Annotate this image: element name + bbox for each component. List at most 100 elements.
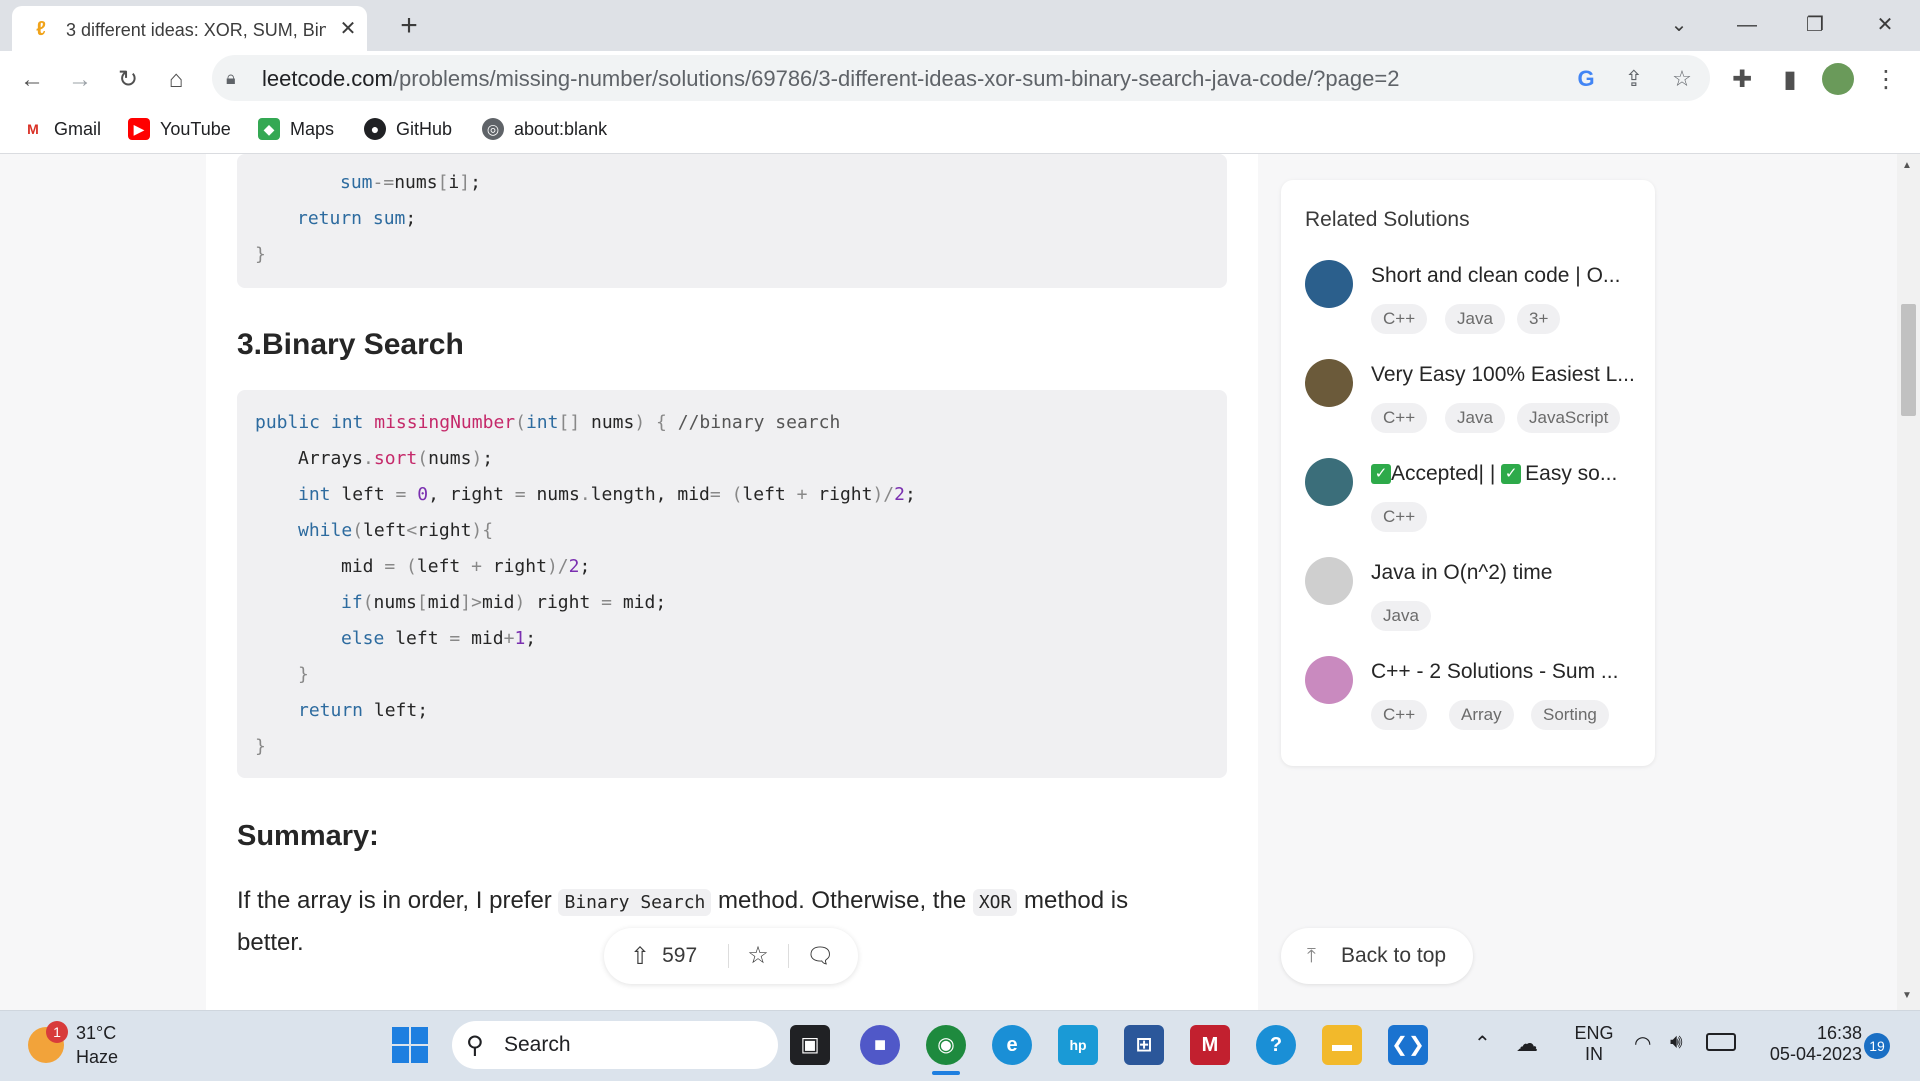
solution-title[interactable]: Very Easy 100% Easiest L... [1371,363,1641,387]
teams-chat-icon[interactable]: ■ [860,1025,900,1065]
task-view-icon[interactable]: ▣ [790,1025,830,1065]
edge-icon[interactable]: e [992,1025,1032,1065]
upvote-button[interactable]: ⇧ 597 [630,940,697,972]
taskbar-search-box[interactable]: ⚲ Search [452,1021,778,1069]
related-solution-item[interactable]: Short and clean code | O... C++ Java 3+ [1305,260,1645,350]
tag-chip[interactable]: C++ [1371,403,1428,433]
scroll-down-arrow-icon[interactable]: ▼ [1902,990,1912,1001]
solution-title[interactable]: Short and clean code | O... [1371,264,1641,288]
scrollbar-thumb[interactable] [1901,304,1916,416]
browser-tab[interactable]: ℓ 3 different ideas: XOR, SUM, Bina ✕ [12,6,367,51]
battery-icon[interactable] [1706,1033,1736,1051]
solution-title[interactable]: Java in O(n^2) time [1371,561,1641,585]
code-line: while(left<right){ [298,520,494,541]
tag-chip[interactable]: 3+ [1517,304,1561,334]
chrome-icon[interactable]: ◉ [926,1025,966,1065]
tag-chip[interactable]: Java [1371,601,1431,631]
solution-title[interactable]: C++ - 2 Solutions - Sum ... [1371,660,1641,684]
forward-arrow-icon[interactable]: → [64,65,96,95]
clock-time: 16:38 [1816,1023,1862,1043]
microsoft-store-icon[interactable]: ⊞ [1124,1025,1164,1065]
tag-chip[interactable]: C++ [1371,700,1428,730]
restore-button[interactable]: ❐ [1792,8,1838,42]
code-line: return sum; [297,208,417,229]
volume-icon[interactable]: 🔊︎ [1670,1031,1683,1054]
bookmark-gmail[interactable]: M Gmail [22,115,101,143]
onedrive-cloud-icon[interactable]: ☁ [1516,1031,1538,1057]
tag-chip[interactable]: Java [1445,304,1505,334]
tag-chip[interactable]: Sorting [1531,700,1609,730]
active-app-indicator [932,1071,960,1075]
tag-chip[interactable]: C++ [1371,304,1428,334]
code-line: } [255,736,266,757]
tag-chip[interactable]: Java [1445,403,1505,433]
close-window-button[interactable]: ✕ [1862,8,1908,42]
back-to-top-button[interactable]: ⤒ Back to top [1281,928,1473,984]
clock[interactable]: 16:38 05-04-2023 [1752,1023,1862,1065]
code-line: else left = mid+1; [341,628,537,649]
url-text[interactable]: leetcode.com/problems/missing-number/sol… [262,66,1399,92]
share-icon[interactable]: ⇪ [1620,65,1648,93]
code-line: int left = 0, right = nums.length, mid= … [298,484,916,505]
bookmark-maps[interactable]: ◆ Maps [258,115,334,143]
weather-badge: 1 [46,1021,68,1043]
weather-temp[interactable]: 31°C [76,1023,116,1044]
bookmark-star-icon[interactable]: ☆ [1668,65,1696,93]
language-indicator[interactable]: ENG IN [1572,1023,1616,1065]
weather-desc[interactable]: Haze [76,1047,118,1068]
code-line: mid = (left + right)/2; [341,556,591,577]
avatar [1305,458,1353,506]
inline-code-xor: XOR [972,889,1018,916]
windows-start-icon[interactable] [392,1027,428,1063]
new-tab-button[interactable]: + [392,10,426,44]
tab-strip: ℓ 3 different ideas: XOR, SUM, Bina ✕ + … [0,0,1920,51]
code-line: } [298,664,309,685]
scroll-up-arrow-icon[interactable]: ▲ [1902,160,1912,171]
vscode-icon[interactable]: ❮❯ [1388,1025,1428,1065]
page-scrollbar[interactable]: ▲ ▼ [1897,154,1920,1010]
mcafee-icon[interactable]: M [1190,1025,1230,1065]
bookmark-youtube[interactable]: ▶ YouTube [128,115,231,143]
vote-count: 597 [662,944,698,967]
notification-count-badge[interactable]: 19 [1864,1033,1890,1059]
inline-code-binary-search: Binary Search [558,889,712,916]
related-solution-item[interactable]: Very Easy 100% Easiest L... C++ Java Jav… [1305,359,1645,449]
home-icon[interactable]: ⌂ [160,65,192,95]
myhp-icon[interactable]: hp [1058,1025,1098,1065]
related-solution-item[interactable]: C++ - 2 Solutions - Sum ... C++ Array So… [1305,656,1645,746]
wifi-icon[interactable]: ◠ [1634,1031,1651,1056]
clock-date: 05-04-2023 [1769,1044,1862,1064]
side-panel-icon[interactable]: ▮ [1774,65,1806,95]
globe-icon: ◎ [482,118,504,140]
related-solution-item[interactable]: Java in O(n^2) time Java [1305,557,1645,647]
bookmark-github[interactable]: ● GitHub [364,115,452,143]
tag-chip[interactable]: Array [1449,700,1514,730]
browser-toolbar: ← → ↻ ⌂ 🔒︎ leetcode.com/problems/missing… [0,51,1920,107]
minimize-button[interactable]: — [1724,8,1770,42]
avatar [1305,260,1353,308]
tab-search-icon[interactable]: ⌄ [1656,8,1702,42]
tag-chip[interactable]: C++ [1371,502,1428,532]
address-bar[interactable]: 🔒︎ leetcode.com/problems/missing-number/… [212,55,1710,101]
code-line: public int missingNumber(int[] nums) { /… [255,412,841,433]
solution-title[interactable]: ✓ Accepted| | ✓ Easy so... [1371,462,1641,486]
favorite-star-icon[interactable]: ☆ [742,940,774,972]
help-icon[interactable]: ? [1256,1025,1296,1065]
related-solutions-card: Related Solutions Short and clean code |… [1281,180,1655,766]
maps-icon: ◆ [258,118,280,140]
profile-avatar[interactable] [1822,63,1854,95]
tag-chip[interactable]: JavaScript [1517,403,1621,433]
code-line: sum-=nums[i]; [340,172,481,193]
back-arrow-icon[interactable]: ← [16,65,48,95]
comment-icon[interactable]: 🗨︎ [804,940,836,972]
google-translate-icon[interactable]: G [1572,65,1600,93]
menu-kebab-icon[interactable]: ⋮ [1870,65,1902,95]
file-explorer-icon[interactable]: ▬ [1322,1025,1362,1065]
reload-icon[interactable]: ↻ [112,65,144,95]
related-solution-item[interactable]: ✓ Accepted| | ✓ Easy so... C++ [1305,458,1645,548]
back-to-top-label: Back to top [1341,944,1447,967]
chevron-up-icon[interactable]: ⌃ [1474,1031,1491,1056]
close-tab-icon[interactable]: ✕ [335,16,361,42]
extensions-icon[interactable]: ✚ [1726,65,1758,95]
bookmark-about-blank[interactable]: ◎ about:blank [482,115,607,143]
